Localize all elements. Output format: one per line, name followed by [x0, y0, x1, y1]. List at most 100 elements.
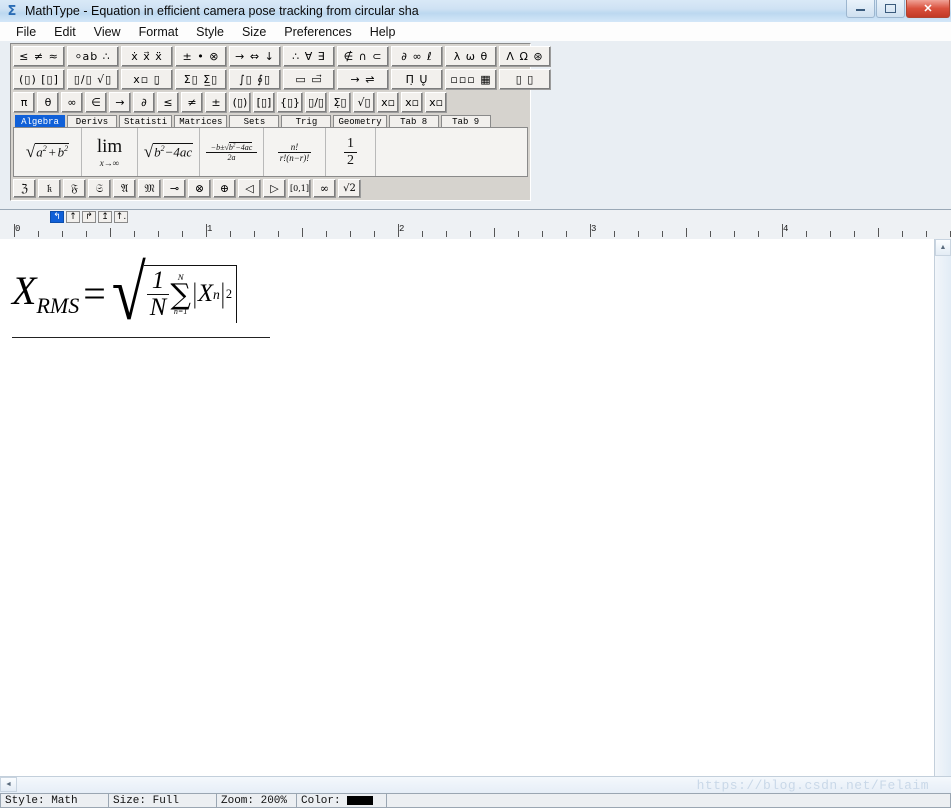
equation-slot[interactable]: XRMS = √ 1 N N ∑ n=1 | X n | 2	[12, 253, 270, 338]
fraktur-f-symbol[interactable]: 𝔉	[63, 179, 86, 198]
right-triangle-symbol[interactable]: ▷	[263, 179, 286, 198]
template-quadratic-formula[interactable]: −b±√b2−4ac 2a	[200, 128, 264, 176]
menu-bar: File Edit View Format Style Size Prefere…	[0, 22, 951, 42]
right-arrow-symbol[interactable]: →	[109, 92, 131, 113]
status-bar: Style: Math Size: Full Zoom: 200% Color:	[0, 793, 951, 808]
ruler-tick	[566, 231, 567, 237]
template-combinations-formula[interactable]: n! r!(n−r)!	[264, 128, 326, 176]
tab-derivs[interactable]: Derivs	[67, 115, 117, 127]
fraction-radical-template[interactable]: ▯/▯ √▯	[67, 69, 119, 90]
template-sqrt-a2-plus-b2[interactable]: √ a2 + b2	[14, 128, 82, 176]
ruler-tick	[758, 231, 759, 237]
template-limit-x-to-infinity[interactable]: lim x→∞	[82, 128, 138, 176]
rms-equation[interactable]: XRMS = √ 1 N N ∑ n=1 | X n | 2	[12, 253, 270, 335]
subscript-template[interactable]: x▫	[401, 92, 424, 113]
tab-statisti[interactable]: Statisti	[119, 115, 173, 127]
not-equal-symbol[interactable]: ≠	[181, 92, 203, 113]
subscript-superscript-template[interactable]: x▫ ▯̣	[121, 69, 173, 90]
tab-algebra[interactable]: Algebra	[15, 115, 65, 127]
greek-lowercase-palette[interactable]: λ ω θ	[445, 46, 497, 67]
parenthesis-template[interactable]: (▯)	[229, 92, 251, 113]
menu-item-help[interactable]: Help	[361, 24, 405, 40]
close-button[interactable]: ✕	[906, 0, 950, 18]
algebra-template-row: √ a2 + b2 lim x→∞ √ b2−4ac −b±√b2−4ac 2a n…	[13, 127, 528, 177]
tab-matrices[interactable]: Matrices	[174, 115, 228, 127]
less-than-equal-symbol[interactable]: ≤	[157, 92, 179, 113]
integral-template[interactable]: ∫▯ ∮▯	[229, 69, 281, 90]
brace-template[interactable]: {▯}	[277, 92, 304, 113]
fraktur-k-symbol[interactable]: 𝔨	[38, 179, 61, 198]
sub-sup-template[interactable]: x▫	[425, 92, 448, 113]
tab-align-decimal[interactable]: ↥	[98, 211, 112, 223]
summation-template-2[interactable]: Σ̣▯	[329, 92, 352, 113]
tab-geometry[interactable]: Geometry	[333, 115, 387, 127]
color-swatch[interactable]	[346, 796, 373, 805]
underbar-overbar-template[interactable]: ▭ ▭⃗	[283, 69, 335, 90]
tab-trig[interactable]: Trig	[281, 115, 332, 127]
scroll-up-button[interactable]: ▲	[935, 239, 951, 256]
equation-canvas[interactable]: XRMS = √ 1 N N ∑ n=1 | X n | 2	[0, 239, 936, 776]
matrix-template[interactable]: ▫▫▫ ▦	[445, 69, 497, 90]
fraktur-a-symbol[interactable]: 𝔄	[113, 179, 136, 198]
array-template[interactable]: ▯ ▯	[499, 69, 551, 90]
infinity-symbol-2[interactable]: ∞	[313, 179, 336, 198]
plus-minus-symbol[interactable]: ±	[205, 92, 227, 113]
menu-item-format[interactable]: Format	[130, 24, 188, 40]
logic-palette[interactable]: ∴ ∀ ∃	[283, 46, 335, 67]
tab-align-left[interactable]: ↰	[50, 211, 64, 223]
ruler-tick	[278, 231, 279, 237]
maximize-button[interactable]	[876, 0, 905, 18]
operators-palette[interactable]: ± • ⊗	[175, 46, 227, 67]
fraktur-z-symbol[interactable]: ℨ	[13, 179, 36, 198]
maps-to-symbol[interactable]: ⊸	[163, 179, 186, 198]
partial-derivative-symbol[interactable]: ∂	[133, 92, 155, 113]
greek-uppercase-palette[interactable]: Λ Ω ⊛	[499, 46, 551, 67]
tab-sets[interactable]: Sets	[229, 115, 280, 127]
tab-align-center[interactable]: ↑	[66, 211, 80, 223]
menu-item-view[interactable]: View	[85, 24, 130, 40]
pi-symbol[interactable]: π	[13, 92, 35, 113]
left-triangle-symbol[interactable]: ◁	[238, 179, 261, 198]
element-of-symbol[interactable]: ∈	[85, 92, 107, 113]
spaces-dots-palette[interactable]: ⸰ab ∴	[67, 46, 119, 67]
circled-times-symbol[interactable]: ⊗	[188, 179, 211, 198]
fraktur-m-symbol[interactable]: 𝔐	[138, 179, 161, 198]
sqrt-two-symbol[interactable]: √2	[338, 179, 361, 198]
set-theory-palette[interactable]: ∉ ∩ ⊂	[337, 46, 389, 67]
menu-item-edit[interactable]: Edit	[45, 24, 85, 40]
summation-template[interactable]: Σ▯ Σ̲▯	[175, 69, 227, 90]
superscript-template[interactable]: x▫	[377, 92, 400, 113]
product-set-template[interactable]: Π̣ U̥	[391, 69, 443, 90]
ruler-tick	[134, 231, 135, 237]
scroll-left-button[interactable]: ◄	[0, 777, 17, 792]
template-sqrt-discriminant[interactable]: √ b2−4ac	[138, 128, 200, 176]
misc-symbols-palette[interactable]: ∂ ∞ ℓ	[391, 46, 443, 67]
menu-item-size[interactable]: Size	[233, 24, 275, 40]
ruler[interactable]: 0 1 2 3 4	[0, 223, 951, 240]
menu-item-style[interactable]: Style	[187, 24, 233, 40]
minimize-button[interactable]	[846, 0, 875, 18]
tab-align-right[interactable]: ↱	[82, 211, 96, 223]
fraction-template[interactable]: ▯/▯	[305, 92, 328, 113]
tab-9[interactable]: Tab 9	[440, 115, 491, 127]
tab-align-relation[interactable]: ↑.	[114, 211, 128, 223]
menu-item-file[interactable]: File	[7, 24, 45, 40]
exponent-two: 2	[225, 287, 233, 302]
bracket-template[interactable]: [▯]	[253, 92, 275, 113]
theta-symbol[interactable]: θ	[37, 92, 59, 113]
vertical-scrollbar[interactable]: ▲	[934, 239, 951, 776]
embellishments-palette[interactable]: ẋ x⃗ ẍ	[121, 46, 173, 67]
relations-palette[interactable]: ≤ ≠ ≈	[13, 46, 65, 67]
tab-8[interactable]: Tab 8	[388, 115, 439, 127]
radical-template[interactable]: √▯	[353, 92, 376, 113]
ruler-tick	[230, 231, 231, 237]
circled-plus-symbol[interactable]: ⊕	[213, 179, 236, 198]
labeled-arrow-template[interactable]: → ⇌	[337, 69, 389, 90]
infinity-symbol[interactable]: ∞	[61, 92, 83, 113]
arrows-palette[interactable]: → ⇔ ↓	[229, 46, 281, 67]
menu-item-preferences[interactable]: Preferences	[275, 24, 360, 40]
fraktur-s-symbol[interactable]: 𝔖	[88, 179, 111, 198]
template-one-half-fraction[interactable]: 1 2	[326, 128, 376, 176]
unit-interval-symbol[interactable]: [0,1]	[288, 179, 311, 198]
fences-template[interactable]: (▯) [▯]	[13, 69, 65, 90]
